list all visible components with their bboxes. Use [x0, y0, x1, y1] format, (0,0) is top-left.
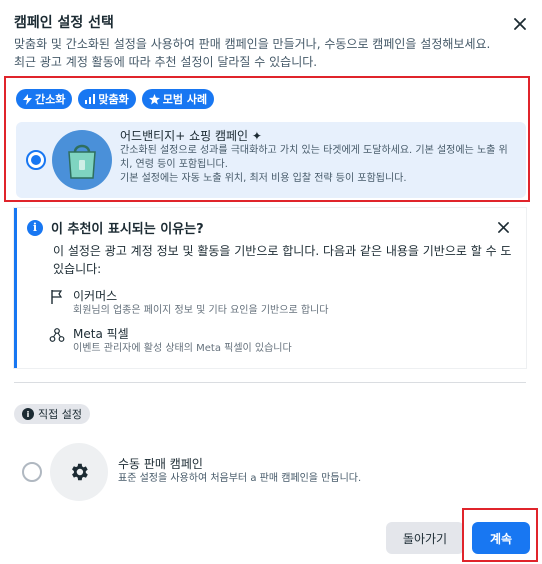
star-icon	[148, 93, 160, 105]
option-title: 어드밴티지+ 쇼핑 캠페인	[120, 129, 249, 143]
tag-pill-simplified: 간소화	[16, 89, 73, 109]
close-button[interactable]	[510, 14, 530, 34]
close-icon	[497, 221, 509, 233]
recommendation-info-panel: i 이 추천이 표시되는 이유는? 이 설정은 광고 계정 정보 및 활동을 기…	[14, 208, 526, 368]
flag-icon	[51, 290, 63, 304]
reason-description: 이벤트 관리자에 활성 상태의 Meta 픽셀이 있습니다	[73, 343, 292, 354]
info-description: 이 설정은 광고 계정 정보 및 활동을 기반으로 합니다. 다음과 같은 내용…	[53, 244, 512, 276]
manual-setup-badge: i 직접 설정	[14, 404, 90, 424]
info-icon: i	[22, 408, 34, 420]
info-icon: i	[27, 219, 43, 236]
dialog-subtitle: 맞춤화 및 간소화된 설정을 사용하여 판매 캠페인을 만들거나, 수동으로 캠…	[14, 37, 491, 69]
reason-meta-pixel: Meta 픽셀 이벤트 관리자에 활성 상태의 Meta 픽셀이 있습니다	[49, 326, 292, 356]
tag-pill-label: 모범 사례	[162, 93, 208, 106]
advantage-shopping-radio[interactable]	[26, 150, 46, 170]
pixel-nodes-icon	[49, 328, 65, 342]
advantage-shopping-option[interactable]: 어드밴티지+ 쇼핑 캠페인 ✦ 간소화된 설정으로 성과를 극대화하고 가치 있…	[16, 122, 526, 198]
manual-sales-campaign-option[interactable]: 수동 판매 캠페인 표준 설정을 사용하여 처음부터 a 판매 캠페인을 만듭니…	[14, 440, 526, 504]
dialog-header: 캠페인 설정 선택 맞춤화 및 간소화된 설정을 사용하여 판매 캠페인을 만들…	[14, 14, 528, 71]
reason-title: Meta 픽셀	[73, 327, 129, 341]
campaign-setup-dialog: 캠페인 설정 선택 맞춤화 및 간소화된 설정을 사용하여 판매 캠페인을 만들…	[0, 0, 542, 564]
manual-badge-label: 직접 설정	[38, 408, 82, 421]
manual-description: 표준 설정을 사용하여 처음부터 a 판매 캠페인을 만듭니다.	[118, 473, 362, 484]
option-description: 간소화된 설정으로 성과를 극대화하고 가치 있는 타겟에게 도달하세요. 기본…	[120, 145, 508, 170]
info-title: 이 추천이 표시되는 이유는?	[51, 222, 204, 237]
gear-icon	[50, 443, 108, 501]
close-icon	[514, 18, 526, 30]
lightning-icon	[23, 93, 32, 105]
reason-title: 이커머스	[73, 289, 118, 303]
section-divider	[14, 382, 526, 383]
bar-chart-icon	[85, 94, 96, 104]
dialog-title: 캠페인 설정 선택	[14, 15, 114, 31]
sparkle-icon: ✦	[251, 129, 262, 143]
back-button[interactable]: 돌아가기	[386, 522, 464, 554]
tag-pills: 간소화 맞춤화 모범 사례	[16, 89, 215, 109]
tag-pill-customized: 맞춤화	[78, 89, 136, 109]
tag-pill-label: 간소화	[35, 93, 66, 106]
option-description-2: 기본 설정에는 자동 노출 위치, 최저 비용 입찰 전략 등이 포함됩니다.	[120, 173, 407, 184]
shopping-bag-icon	[52, 130, 112, 190]
info-close-button[interactable]	[494, 218, 512, 236]
tag-pill-label: 맞춤화	[98, 93, 129, 106]
continue-button[interactable]: 계속	[472, 522, 530, 554]
recommended-section: 간소화 맞춤화 모범 사례 어드밴티지+ 쇼핑 캠페인 ✦ 간소화된 설정으로 …	[4, 76, 530, 202]
tag-pill-best-practice: 모범 사례	[141, 89, 215, 109]
advantage-shopping-texts: 어드밴티지+ 쇼핑 캠페인 ✦ 간소화된 설정으로 성과를 극대화하고 가치 있…	[120, 128, 520, 186]
manual-sales-campaign-radio[interactable]	[22, 462, 42, 482]
continue-highlight: 계속	[462, 508, 538, 562]
reason-description: 회원님의 업종은 페이지 정보 및 기타 요인을 기반으로 합니다	[73, 305, 329, 316]
manual-title: 수동 판매 캠페인	[118, 457, 203, 471]
reason-ecommerce: 이커머스 회원님의 업종은 페이지 정보 및 기타 요인을 기반으로 합니다	[49, 288, 328, 318]
